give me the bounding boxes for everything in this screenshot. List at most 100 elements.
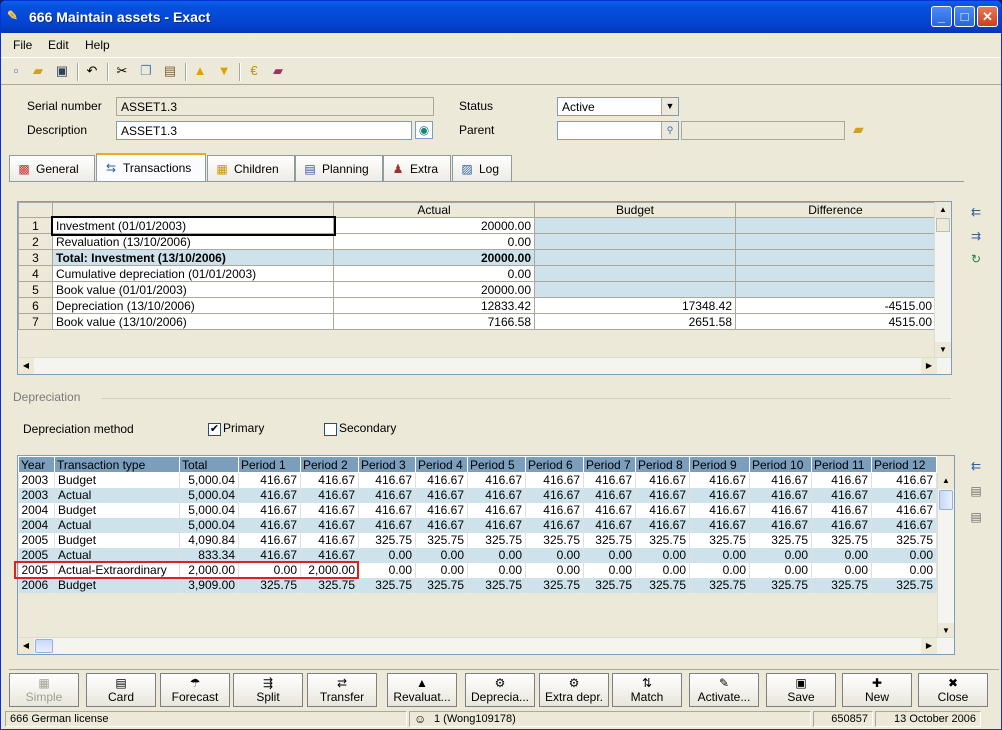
save-disk-icon[interactable]: ▣ [53,62,71,80]
period-cell[interactable]: 325.75 [525,577,584,593]
scroll-thumb[interactable] [936,218,950,232]
transaction-type-cell[interactable]: Budget [54,502,180,518]
activate-button[interactable]: ✎ Activate... [689,673,759,707]
period-cell[interactable]: 416.67 [358,517,416,533]
arrow-down-icon[interactable]: ▼ [215,62,233,80]
period-cell[interactable]: 416.67 [871,472,937,488]
new-button[interactable]: ✚ New [842,673,912,707]
row-label[interactable]: Book value (13/10/2006) [52,313,334,330]
save-button[interactable]: ▣ Save [766,673,836,707]
maximize-button[interactable]: □ [954,6,975,27]
period-cell[interactable]: 416.67 [635,472,690,488]
total-cell[interactable]: 4,090.84 [179,532,239,548]
menu-help[interactable]: Help [85,38,110,52]
column-header[interactable]: Period 2 [300,456,359,473]
insert-row-icon[interactable]: ⇇ [967,458,985,474]
period-cell[interactable]: 325.75 [811,577,872,593]
row-label[interactable]: Cumulative depreciation (01/01/2003) [52,265,334,282]
period-cell[interactable]: 0.00 [749,547,812,563]
row-label[interactable]: Total: Investment (13/10/2006) [52,249,334,266]
transactions-vertical-scrollbar[interactable]: ▲ ▼ [937,473,954,639]
period-cell[interactable]: 416.67 [467,472,526,488]
difference-cell[interactable] [735,281,936,298]
period-cell[interactable]: 325.75 [689,532,750,548]
scroll-down-icon[interactable]: ▼ [935,342,951,358]
description-field[interactable]: ASSET1.3 [116,121,412,140]
period-cell[interactable]: 325.75 [749,532,812,548]
actual-cell[interactable]: 7166.58 [333,313,535,330]
summary-horizontal-scrollbar[interactable]: ◀ ▶ [18,357,951,374]
scroll-left-icon[interactable]: ◀ [18,638,34,654]
period-cell[interactable]: 0.00 [525,547,584,563]
period-cell[interactable]: 416.67 [525,517,584,533]
period-cell[interactable]: 416.67 [300,472,359,488]
difference-header[interactable]: Difference [735,202,936,218]
period-cell[interactable]: 0.00 [811,547,872,563]
period-cell[interactable]: 416.67 [635,517,690,533]
refresh-icon[interactable]: ↻ [967,251,985,267]
period-cell[interactable]: 325.75 [300,577,359,593]
scroll-up-icon[interactable]: ▲ [935,202,951,218]
row-label[interactable]: Revaluation (13/10/2006) [52,233,334,250]
period-cell[interactable]: 0.00 [689,547,750,563]
year-cell[interactable]: 2004 [18,502,55,518]
column-header[interactable]: Period 10 [749,456,812,473]
open-folder-icon[interactable]: ▰ [29,62,47,80]
budget-cell[interactable] [534,233,736,250]
budget-header[interactable]: Budget [534,202,736,218]
difference-cell[interactable]: -4515.00 [735,297,936,314]
total-cell[interactable]: 3,909.00 [179,577,239,593]
row-number[interactable]: 3 [18,249,53,266]
period-cell[interactable]: 0.00 [525,562,584,578]
period-cell[interactable]: 0.00 [871,562,937,578]
period-cell[interactable]: 416.67 [358,502,416,518]
column-header[interactable]: Period 6 [525,456,584,473]
period-cell[interactable]: 416.67 [583,487,636,503]
column-header[interactable]: Transaction type [54,456,180,473]
period-cell[interactable]: 325.75 [635,577,690,593]
tab-extra[interactable]: ♟ Extra [383,155,451,181]
period-cell[interactable]: 325.75 [583,532,636,548]
year-cell[interactable]: 2003 [18,487,55,503]
new-file-icon[interactable]: ▫ [7,62,25,80]
transaction-type-cell[interactable]: Actual [54,517,180,533]
transfer-button[interactable]: ⇄ Transfer [307,673,377,707]
title-bar[interactable]: ✎ 666 Maintain assets - Exact _ □ ✕ [1,1,1001,33]
period-cell[interactable]: 325.75 [749,577,812,593]
menu-file[interactable]: File [13,38,32,52]
difference-cell[interactable] [735,217,936,234]
row-label[interactable]: Investment (01/01/2003) [50,215,336,236]
period-cell[interactable]: 325.75 [467,532,526,548]
column-header[interactable]: Period 8 [635,456,690,473]
period-cell[interactable]: 0.00 [689,562,750,578]
period-cell[interactable]: 416.67 [871,517,937,533]
period-cell[interactable]: 0.00 [358,547,416,563]
scroll-right-icon[interactable]: ▶ [921,638,937,654]
period-cell[interactable]: 416.67 [415,502,468,518]
period-cell[interactable]: 325.75 [358,577,416,593]
period-cell[interactable]: 416.67 [689,472,750,488]
period-cell[interactable]: 416.67 [583,472,636,488]
period-cell[interactable]: 325.75 [467,577,526,593]
period-cell[interactable]: 416.67 [238,517,301,533]
period-cell[interactable]: 416.67 [635,487,690,503]
row-number[interactable]: 1 [18,217,53,234]
tab-general[interactable]: ▩ General [9,155,95,181]
period-cell[interactable]: 416.67 [358,487,416,503]
period-cell[interactable]: 0.00 [871,547,937,563]
period-cell[interactable]: 416.67 [238,472,301,488]
tab-children[interactable]: ▦ Children [207,155,295,181]
arrow-up-icon[interactable]: ▲ [191,62,209,80]
period-cell[interactable]: 416.67 [525,502,584,518]
budget-cell[interactable] [534,281,736,298]
period-cell[interactable]: 0.00 [583,562,636,578]
card-button[interactable]: ▤ Card [86,673,156,707]
book-icon[interactable]: ▰ [269,62,287,80]
period-cell[interactable]: 416.67 [583,502,636,518]
minimize-button[interactable]: _ [931,6,952,27]
transaction-type-cell[interactable]: Actual [54,487,180,503]
total-cell[interactable]: 5,000.04 [179,517,239,533]
transactions-grid[interactable]: Year Transaction type Total Period 1 Period … [17,455,955,655]
deprecia-button[interactable]: ⚙ Deprecia... [465,673,535,707]
row-number[interactable]: 5 [18,281,53,298]
